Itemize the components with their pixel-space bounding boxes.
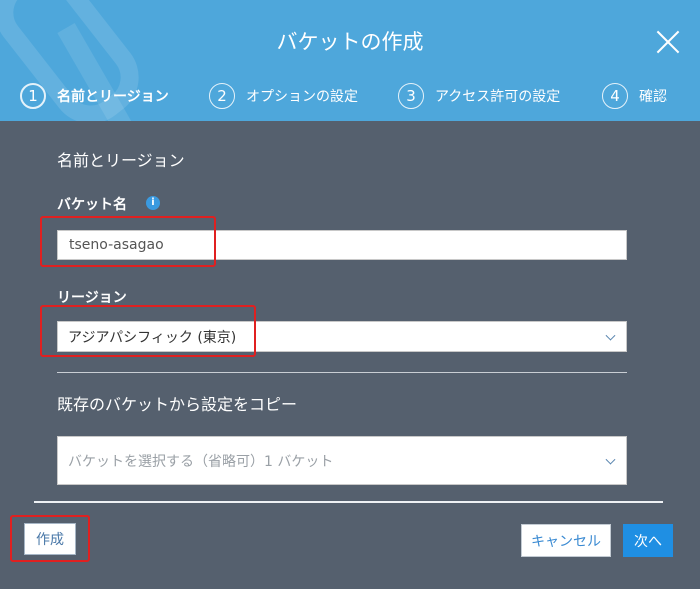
step-number: 3 bbox=[398, 83, 424, 109]
step-label: オプションの設定 bbox=[246, 89, 358, 105]
step-label: アクセス許可の設定 bbox=[435, 89, 561, 105]
region-select[interactable]: アジアパシフィック (東京) bbox=[57, 321, 627, 352]
chevron-down-icon bbox=[605, 454, 616, 465]
bucket-name-label: バケット名 bbox=[57, 197, 127, 213]
copy-settings-title: 既存のバケットから設定をコピー bbox=[57, 395, 298, 414]
step-options[interactable]: 2 オプションの設定 bbox=[209, 80, 358, 112]
info-icon[interactable]: i bbox=[146, 196, 160, 210]
close-icon[interactable] bbox=[653, 27, 683, 57]
chevron-down-icon bbox=[605, 330, 616, 341]
step-label: 名前とリージョン bbox=[57, 89, 169, 105]
region-label: リージョン bbox=[57, 290, 127, 306]
next-button[interactable]: 次へ bbox=[623, 524, 673, 557]
step-review[interactable]: 4 確認 bbox=[602, 80, 667, 112]
create-bucket-dialog: バケットの作成 1 名前とリージョン 2 オプションの設定 3 アクセス許可の設… bbox=[0, 0, 700, 589]
step-number: 2 bbox=[209, 83, 235, 109]
dialog-title: バケットの作成 bbox=[276, 30, 424, 54]
copy-bucket-select-placeholder: バケットを選択する（省略可）1 バケット bbox=[68, 453, 334, 470]
step-name-and-region[interactable]: 1 名前とリージョン bbox=[20, 80, 169, 112]
step-permissions[interactable]: 3 アクセス許可の設定 bbox=[398, 80, 560, 112]
divider bbox=[57, 372, 627, 373]
section-title: 名前とリージョン bbox=[57, 151, 185, 170]
copy-bucket-select[interactable]: バケットを選択する（省略可）1 バケット bbox=[57, 436, 627, 485]
dialog-header: バケットの作成 1 名前とリージョン 2 オプションの設定 3 アクセス許可の設… bbox=[0, 0, 700, 121]
step-label: 確認 bbox=[639, 89, 667, 105]
cancel-button[interactable]: キャンセル bbox=[521, 524, 611, 557]
create-button[interactable]: 作成 bbox=[24, 523, 76, 555]
step-number: 1 bbox=[20, 83, 46, 109]
step-number: 4 bbox=[602, 83, 628, 109]
bucket-name-input[interactable]: tseno-asagao bbox=[57, 230, 627, 260]
footer-divider bbox=[34, 501, 663, 503]
region-select-value: アジアパシフィック (東京) bbox=[68, 329, 237, 346]
wizard-steps: 1 名前とリージョン 2 オプションの設定 3 アクセス許可の設定 4 確認 bbox=[0, 80, 700, 112]
